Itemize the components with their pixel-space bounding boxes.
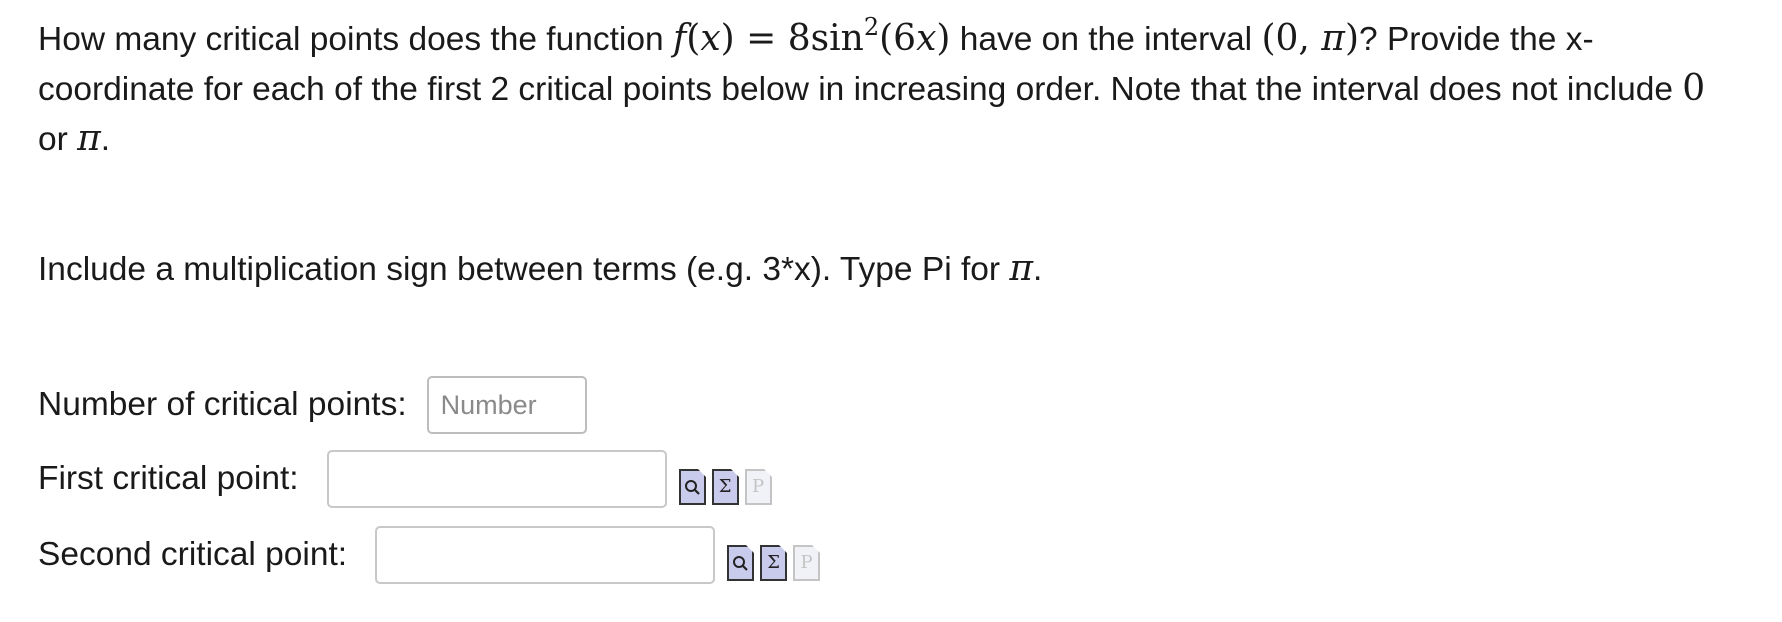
second-point-tools: Σ P: [727, 545, 821, 581]
instruction-pi-symbol: π: [1009, 248, 1034, 289]
equation-editor-icon[interactable]: Σ: [760, 545, 788, 581]
count-row: Number of critical points:: [38, 376, 587, 434]
second-point-row: Second critical point: Σ P: [38, 526, 821, 584]
problem-text-1: How many critical points does the functi…: [38, 21, 664, 58]
first-point-label: First critical point:: [38, 460, 299, 497]
problem-text-2: have on the interval: [959, 21, 1253, 58]
zero-symbol: 0: [1682, 68, 1706, 109]
preview-icon[interactable]: [727, 545, 755, 581]
p-icon: P: [793, 545, 821, 581]
p-icon: P: [744, 469, 772, 505]
function-expression: f(x) = 8sin2(6x): [672, 13, 951, 59]
equation-editor-icon[interactable]: Σ: [711, 469, 739, 505]
preview-icon[interactable]: [678, 469, 706, 505]
count-input[interactable]: [426, 376, 587, 434]
second-point-label: Second critical point:: [38, 536, 348, 573]
instruction-period: .: [1033, 251, 1043, 288]
interval-expression: (0, π): [1261, 18, 1359, 59]
first-point-input[interactable]: [326, 450, 667, 508]
pi-symbol: π: [77, 118, 101, 159]
first-point-row: First critical point: Σ P: [38, 450, 772, 508]
instruction-text: Include a multiplication sign between te…: [38, 244, 1042, 294]
instruction-body: Include a multiplication sign between te…: [38, 251, 1001, 288]
count-label: Number of critical points:: [38, 386, 407, 423]
or-text: or: [38, 121, 68, 158]
problem-statement: How many critical points does the functi…: [38, 14, 1728, 164]
second-point-input[interactable]: [375, 526, 716, 584]
first-point-tools: Σ P: [678, 469, 772, 505]
problem-period: .: [100, 121, 111, 158]
